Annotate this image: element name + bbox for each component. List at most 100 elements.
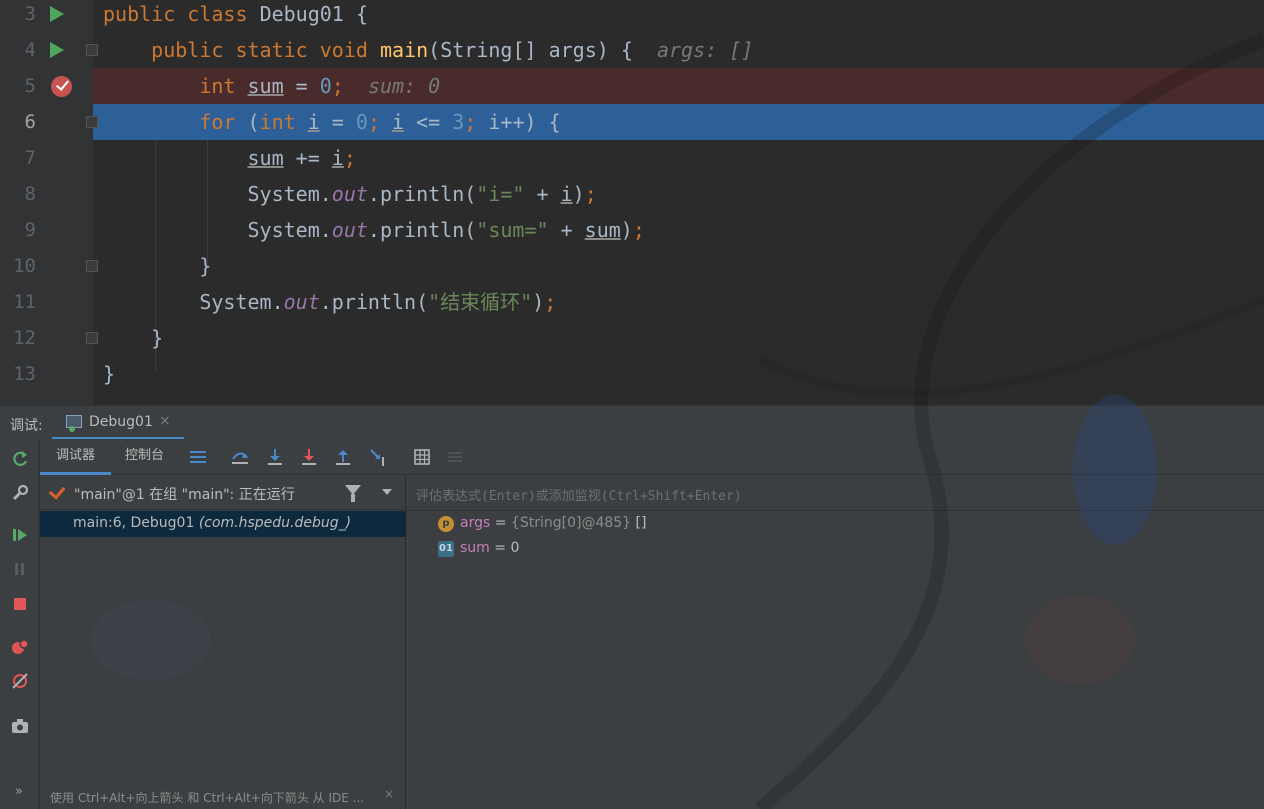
code-token: ;: [632, 218, 645, 242]
run-to-cursor-icon[interactable]: [368, 447, 388, 467]
parameter-icon: p: [438, 516, 454, 532]
camera-icon[interactable]: [10, 716, 30, 736]
layout-menu-icon[interactable]: [188, 447, 208, 467]
code-token: System.: [199, 290, 284, 314]
code-line-12[interactable]: 12 }: [0, 320, 1264, 356]
code-token: "i=": [476, 182, 525, 206]
step-over-icon[interactable]: [230, 447, 250, 467]
hint-bar: 使用 Ctrl+Alt+向上箭头 和 Ctrl+Alt+向下箭头 从 IDE .…: [40, 783, 406, 809]
filter-icon[interactable]: [345, 485, 361, 502]
wrench-icon[interactable]: [10, 483, 30, 503]
hint-text: 使用 Ctrl+Alt+向上箭头 和 Ctrl+Alt+向下箭头 从 IDE .…: [50, 791, 365, 805]
view-breakpoints-icon[interactable]: [10, 637, 30, 657]
code-editor[interactable]: 3 public class Debug01 { 4 public static…: [0, 0, 1264, 405]
line-number: 10: [13, 255, 36, 277]
code-token: }: [199, 254, 212, 278]
close-icon[interactable]: ×: [159, 413, 171, 429]
code-token: ;: [331, 74, 344, 98]
code-line-11[interactable]: 11 System.out.println("结束循环");: [0, 284, 1264, 320]
line-number: 5: [24, 75, 36, 97]
code-token: class: [187, 2, 248, 26]
code-token: static: [235, 38, 308, 62]
close-icon[interactable]: ×: [384, 787, 394, 801]
code-line-10[interactable]: 10 }: [0, 248, 1264, 284]
fold-marker-icon[interactable]: [86, 44, 98, 56]
code-token: .println(: [319, 290, 429, 314]
variable-value: []: [635, 515, 647, 531]
code-line-9[interactable]: 9 System.out.println("sum=" + sum);: [0, 212, 1264, 248]
evaluate-expression-input[interactable]: 评估表达式(Enter)或添加监视(Ctrl+Shift+Enter): [406, 475, 1264, 511]
code-token: sum: [247, 146, 284, 170]
code-line-8[interactable]: 8 System.out.println("i=" + i);: [0, 176, 1264, 212]
code-token: out: [283, 290, 320, 314]
tab-console[interactable]: 控制台: [125, 439, 164, 475]
expand-toolbar-icon[interactable]: »: [15, 784, 23, 799]
code-token: ;: [584, 182, 597, 206]
breakpoint-icon[interactable]: [51, 76, 72, 97]
code-token: "sum=": [476, 218, 549, 242]
code-line-6[interactable]: 6 for (int i = 0; i <= 3; i++) {: [0, 104, 1264, 140]
code-token: int: [199, 74, 236, 98]
code-token: ): [572, 182, 585, 206]
thread-selector[interactable]: "main"@1 在组 "main": 正在运行: [40, 475, 406, 510]
line-number: 13: [13, 363, 36, 385]
tab-label: Debug01: [89, 414, 153, 430]
code-token: 0: [355, 110, 368, 134]
debugger-toolbar: 调试器 控制台: [40, 439, 1264, 475]
code-token: sum: [584, 218, 621, 242]
step-into-icon[interactable]: [265, 447, 285, 467]
resume-icon[interactable]: [10, 525, 30, 545]
variable-name: args: [460, 515, 491, 531]
code-token: Debug01: [259, 2, 344, 26]
run-main-icon[interactable]: [50, 42, 64, 58]
chevron-down-icon[interactable]: [382, 489, 392, 495]
rerun-icon[interactable]: [10, 449, 30, 469]
stack-frame-label: main:6, Debug01 (com.hspedu.debug_): [73, 515, 351, 531]
code-token: (String[] args) {: [428, 38, 633, 62]
fold-marker-icon[interactable]: [86, 260, 98, 272]
step-out-icon[interactable]: [333, 447, 353, 467]
code-token: .println(: [367, 182, 477, 206]
code-token: 3: [452, 110, 465, 134]
code-token: =: [283, 74, 320, 98]
code-token: }: [151, 326, 164, 350]
code-token: i: [560, 182, 573, 206]
force-step-into-icon[interactable]: [299, 447, 319, 467]
run-config-icon: [66, 415, 82, 432]
line-number: 9: [24, 219, 36, 241]
code-line-13[interactable]: 13 }: [0, 356, 1264, 392]
run-class-icon[interactable]: [50, 6, 64, 22]
frame-method: main:6, Debug01: [73, 515, 199, 531]
line-number: 4: [24, 39, 36, 61]
stack-frame-row[interactable]: main:6, Debug01 (com.hspedu.debug_): [40, 511, 406, 537]
stop-icon[interactable]: [10, 594, 30, 614]
code-line-5[interactable]: 5 int sum = 0; sum: 0: [0, 68, 1264, 104]
line-number: 12: [13, 327, 36, 349]
fold-marker-icon[interactable]: [86, 332, 98, 344]
code-line-7[interactable]: 7 sum += i;: [0, 140, 1264, 176]
variable-text: sum = 0: [460, 540, 519, 556]
variable-row[interactable]: 01 sum = 0: [406, 537, 1264, 562]
frame-package: (com.hspedu.debug_): [198, 515, 352, 531]
line-number: 3: [24, 3, 36, 25]
variable-row[interactable]: p args = {String[0]@485} []: [406, 512, 1264, 537]
pause-icon[interactable]: [10, 559, 30, 579]
code-token: .println(: [367, 218, 477, 242]
code-token: }: [103, 362, 116, 386]
line-number: 7: [24, 147, 36, 169]
trace-stream-icon[interactable]: [445, 447, 465, 467]
tab-debugger[interactable]: 调试器: [40, 439, 111, 475]
line-number: 6: [24, 111, 36, 133]
variable-eq: =: [490, 515, 511, 531]
code-line-3[interactable]: 3 public class Debug01 {: [0, 0, 1264, 32]
code-token: int: [259, 110, 296, 134]
line-number: 11: [13, 291, 36, 313]
debug-tool-window-header: 调试: Debug01 ×: [0, 405, 1264, 440]
variable-eq: =: [489, 540, 511, 556]
mute-breakpoints-icon[interactable]: [10, 671, 30, 691]
tab-debug01[interactable]: Debug01 ×: [52, 406, 184, 440]
code-token: public: [103, 2, 176, 26]
evaluate-expression-icon[interactable]: [412, 447, 432, 467]
fold-marker-icon[interactable]: [86, 116, 98, 128]
code-line-4[interactable]: 4 public static void main(String[] args)…: [0, 32, 1264, 68]
